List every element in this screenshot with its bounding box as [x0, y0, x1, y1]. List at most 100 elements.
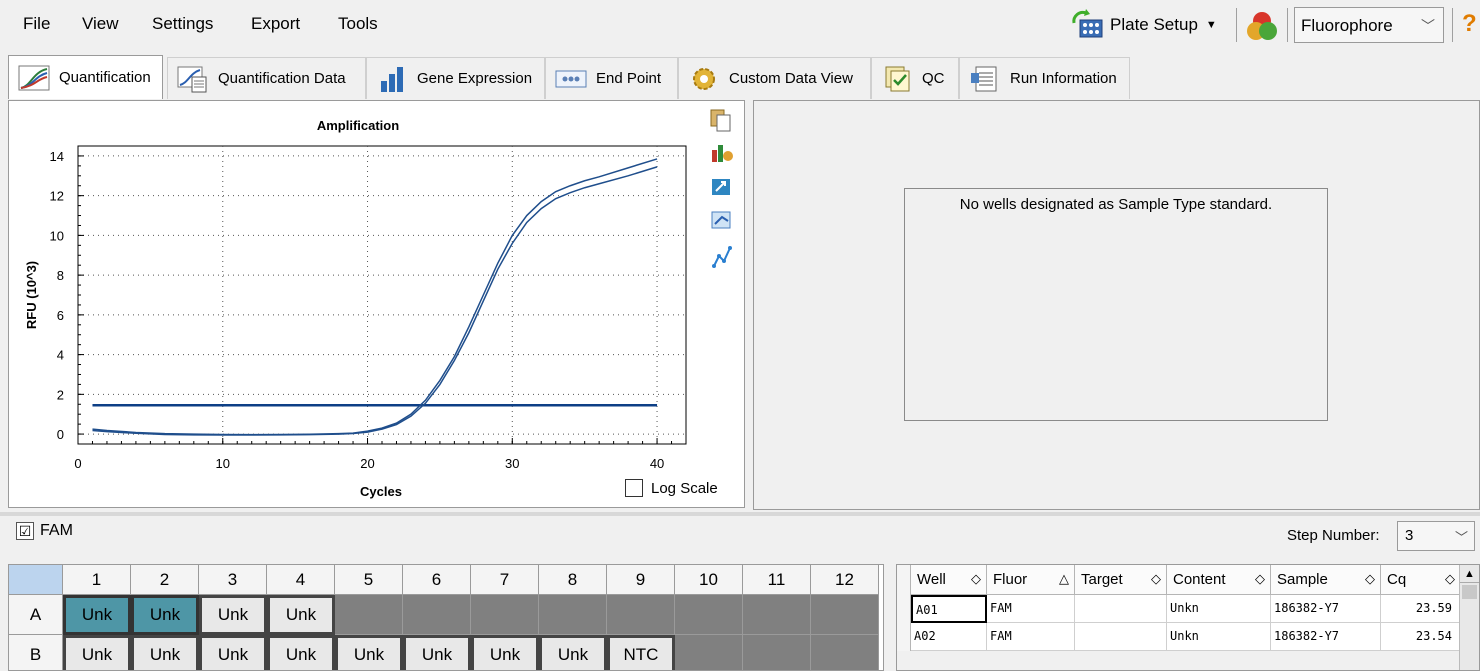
result-cell-content[interactable]: Unkn: [1167, 595, 1271, 623]
result-cell-fluor[interactable]: FAM: [987, 595, 1075, 623]
fluorophore-select[interactable]: Fluorophore ﹀: [1294, 7, 1444, 43]
fluorophore-select-value: Fluorophore: [1301, 16, 1393, 35]
column-header-cq[interactable]: Cq ◇: [1381, 565, 1461, 595]
plate-well[interactable]: [675, 595, 743, 635]
result-cell-sample[interactable]: 186382-Y7: [1271, 595, 1381, 623]
result-cell-cq[interactable]: 23.54: [1381, 623, 1461, 651]
copy-icon[interactable]: [710, 109, 731, 132]
log-scale-option[interactable]: Log Scale: [625, 479, 718, 497]
plate-setup-dropdown-icon[interactable]: ▼: [1206, 19, 1217, 31]
column-header-content[interactable]: Content ◇: [1167, 565, 1271, 595]
plate-well[interactable]: NTC: [607, 635, 675, 670]
sort-icon[interactable]: ◇: [1445, 571, 1455, 587]
sort-icon[interactable]: ◇: [1365, 571, 1375, 587]
plate-well[interactable]: Unk: [471, 635, 539, 670]
chart-title: Amplification: [317, 118, 399, 133]
vertical-scrollbar[interactable]: ▲: [1459, 565, 1479, 670]
plate-column-header[interactable]: 11: [743, 565, 811, 595]
plate-well[interactable]: [675, 635, 743, 670]
zoom-chart-icon[interactable]: [711, 211, 731, 229]
plate-well[interactable]: Unk: [267, 595, 335, 635]
tab-run-information[interactable]: Run Information: [959, 57, 1130, 99]
column-header-target[interactable]: Target ◇: [1075, 565, 1167, 595]
result-cell-well[interactable]: A01: [911, 595, 987, 623]
plate-column-header[interactable]: 4: [267, 565, 335, 595]
column-header-sample[interactable]: Sample ◇: [1271, 565, 1381, 595]
menu-file[interactable]: File: [23, 14, 50, 34]
result-cell-sample[interactable]: 186382-Y7: [1271, 623, 1381, 651]
plate-well[interactable]: Unk: [131, 595, 199, 635]
help-icon[interactable]: ?: [1462, 10, 1477, 38]
plate-well[interactable]: [743, 595, 811, 635]
plate-well[interactable]: Unk: [199, 635, 267, 670]
log-scale-checkbox[interactable]: [625, 479, 643, 497]
plate-column-header[interactable]: 9: [607, 565, 675, 595]
curve-fit-icon[interactable]: [712, 246, 732, 268]
plate-well[interactable]: [811, 595, 879, 635]
plate-column-header[interactable]: 8: [539, 565, 607, 595]
sort-icon[interactable]: △: [1059, 571, 1069, 587]
sort-icon[interactable]: ◇: [971, 571, 981, 587]
chart-options-icon[interactable]: [712, 145, 733, 162]
fam-checkbox[interactable]: ☑: [16, 522, 34, 540]
result-cell-target[interactable]: [1075, 595, 1167, 623]
tab-quantification[interactable]: Quantification: [8, 55, 163, 99]
sort-icon[interactable]: ◇: [1151, 571, 1161, 587]
column-header-well[interactable]: Well ◇: [911, 565, 987, 595]
column-header-fluor[interactable]: Fluor △: [987, 565, 1075, 595]
tab-qc[interactable]: QC: [871, 57, 959, 99]
tab-custom-data-view[interactable]: Custom Data View: [678, 57, 871, 99]
scroll-up-icon[interactable]: ▲: [1460, 565, 1479, 583]
plate-column-header[interactable]: 2: [131, 565, 199, 595]
plate-well[interactable]: [471, 595, 539, 635]
plate-well[interactable]: Unk: [199, 595, 267, 635]
result-cell-fluor[interactable]: FAM: [987, 623, 1075, 651]
tab-quantification-data[interactable]: Quantification Data: [167, 57, 366, 99]
plate-column-header[interactable]: 6: [403, 565, 471, 595]
plate-well[interactable]: [743, 635, 811, 670]
plate-setup-button[interactable]: Plate Setup ▼: [1070, 8, 1217, 42]
menu-settings[interactable]: Settings: [152, 14, 213, 34]
tab-label: Quantification Data: [218, 70, 346, 87]
plate-well[interactable]: Unk: [63, 635, 131, 670]
menu-view[interactable]: View: [82, 14, 119, 34]
plate-corner[interactable]: [9, 565, 63, 595]
plate-row-header[interactable]: A: [9, 595, 63, 635]
plate-well[interactable]: [403, 595, 471, 635]
result-cell-well[interactable]: A02: [911, 623, 987, 651]
row-selector-column[interactable]: [897, 565, 911, 651]
plate-well[interactable]: [607, 595, 675, 635]
plate-well[interactable]: Unk: [539, 635, 607, 670]
sort-icon[interactable]: ◇: [1255, 571, 1265, 587]
menu-export[interactable]: Export: [251, 14, 300, 34]
fluor-colors-icon[interactable]: [1245, 10, 1279, 42]
plate-row-header[interactable]: B: [9, 635, 63, 670]
scroll-thumb[interactable]: [1462, 585, 1477, 599]
plate-column-header[interactable]: 7: [471, 565, 539, 595]
x-tick-label: 20: [360, 456, 374, 471]
plate-well[interactable]: Unk: [267, 635, 335, 670]
plate-well[interactable]: Unk: [335, 635, 403, 670]
plate-column-header[interactable]: 1: [63, 565, 131, 595]
plate-well[interactable]: [539, 595, 607, 635]
plate-well[interactable]: Unk: [63, 595, 131, 635]
menu-tools[interactable]: Tools: [338, 14, 378, 34]
plate-column-header[interactable]: 3: [199, 565, 267, 595]
result-cell-cq[interactable]: 23.59: [1381, 595, 1461, 623]
plate-column-header[interactable]: 5: [335, 565, 403, 595]
plate-column-header[interactable]: 12: [811, 565, 879, 595]
standard-curve-message-box: No wells designated as Sample Type stand…: [904, 188, 1328, 421]
result-cell-target[interactable]: [1075, 623, 1167, 651]
tab-end-point[interactable]: End Point: [545, 57, 678, 99]
plate-well[interactable]: Unk: [403, 635, 471, 670]
amplification-chart[interactable]: Amplification 0 10 20 30 40 0 2 4 6 8 10 12 14 Cycle…: [9, 101, 746, 509]
panel-splitter[interactable]: [0, 512, 1480, 516]
plate-column-header[interactable]: 10: [675, 565, 743, 595]
tab-gene-expression[interactable]: Gene Expression: [366, 57, 545, 99]
export-chart-icon[interactable]: [712, 179, 730, 195]
plate-well[interactable]: [335, 595, 403, 635]
plate-well[interactable]: [811, 635, 879, 670]
result-cell-content[interactable]: Unkn: [1167, 623, 1271, 651]
plate-well[interactable]: Unk: [131, 635, 199, 670]
step-number-select[interactable]: 3 ﹀: [1397, 521, 1475, 551]
